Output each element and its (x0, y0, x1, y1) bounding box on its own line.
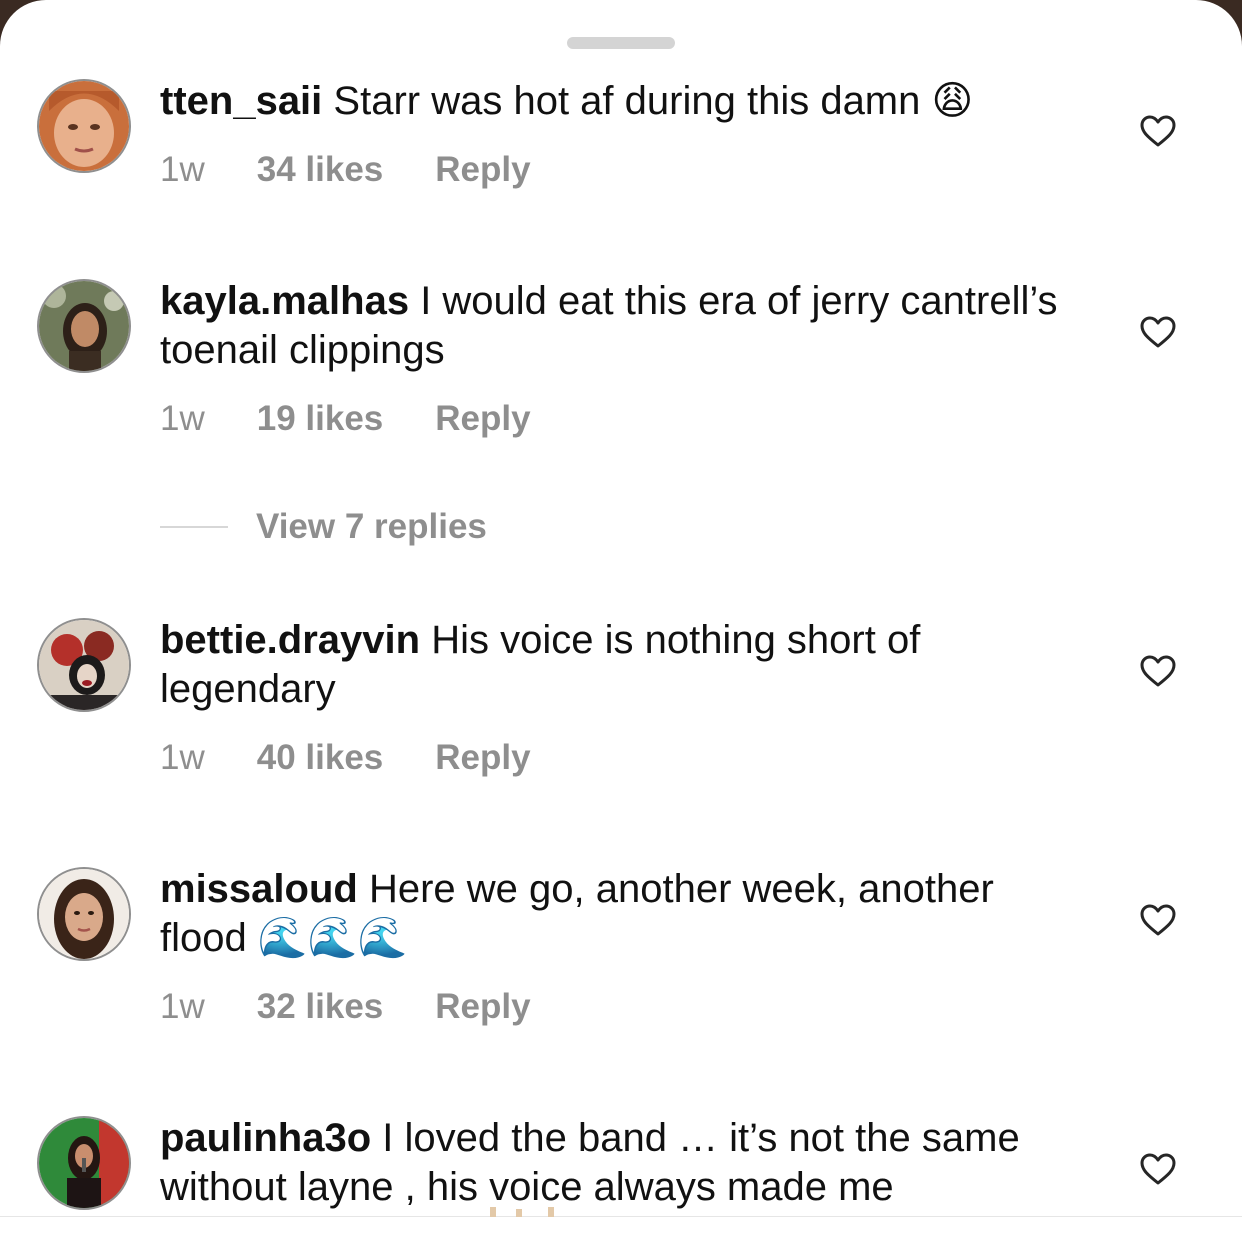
heart-outline-icon[interactable] (1139, 114, 1177, 148)
comment-likes[interactable]: 34 likes (257, 150, 384, 190)
comment-meta: 1w 40 likes Reply (160, 738, 531, 778)
avatar-missaloud[interactable] (37, 867, 131, 961)
comment-text: bettie.drayvin His voice is nothing shor… (160, 616, 1090, 714)
view-replies-label[interactable]: View 7 replies (256, 507, 487, 547)
comment-time: 1w (160, 399, 205, 438)
comment-username[interactable]: bettie.drayvin (160, 618, 420, 662)
comment-text: paulinha3o I loved the band … it’s not t… (160, 1114, 1090, 1212)
reply-button[interactable]: Reply (435, 399, 530, 439)
replies-divider-line (160, 526, 228, 528)
comment-username[interactable]: tten_saii (160, 79, 322, 123)
comment-meta: 1w 32 likes Reply (160, 987, 531, 1027)
comment-time: 1w (160, 150, 205, 189)
comment-meta: 1w 19 likes Reply (160, 399, 531, 439)
comment-time: 1w (160, 987, 205, 1026)
comment-text: missaloud Here we go, another week, anot… (160, 865, 1090, 963)
avatar-tten-saii[interactable] (37, 79, 131, 173)
comment-body: Starr was hot af during this damn (333, 79, 921, 123)
avatar-paulinha3o[interactable] (37, 1116, 131, 1210)
comment-username[interactable]: paulinha3o (160, 1116, 371, 1160)
view-replies-button[interactable]: View 7 replies (160, 507, 487, 547)
comment-time: 1w (160, 738, 205, 777)
comment-likes[interactable]: 32 likes (257, 987, 384, 1027)
cropped-emoji-fragment (490, 1207, 554, 1217)
comment-username[interactable]: kayla.malhas (160, 279, 409, 323)
comment-likes[interactable]: 19 likes (257, 399, 384, 439)
comment-likes[interactable]: 40 likes (257, 738, 384, 778)
heart-outline-icon[interactable] (1139, 315, 1177, 349)
comment-text: kayla.malhas I would eat this era of jer… (160, 277, 1090, 375)
heart-outline-icon[interactable] (1139, 654, 1177, 688)
comment-username[interactable]: missaloud (160, 867, 358, 911)
heart-outline-icon[interactable] (1139, 903, 1177, 937)
water-wave-emoji: 🌊🌊🌊 (257, 915, 408, 961)
comments-sheet: tten_saii Starr was hot af during this d… (0, 0, 1242, 1245)
heart-outline-icon[interactable] (1139, 1152, 1177, 1186)
comment-meta: 1w 34 likes Reply (160, 150, 531, 190)
weary-face-emoji: 😩 (931, 78, 974, 124)
reply-button[interactable]: Reply (435, 738, 530, 778)
drag-handle[interactable] (567, 37, 675, 49)
comment-text: tten_saii Starr was hot af during this d… (160, 77, 1090, 126)
reply-button[interactable]: Reply (435, 150, 530, 190)
reply-button[interactable]: Reply (435, 987, 530, 1027)
avatar-kayla-malhas[interactable] (37, 279, 131, 373)
bottom-divider (0, 1216, 1242, 1217)
avatar-bettie-drayvin[interactable] (37, 618, 131, 712)
